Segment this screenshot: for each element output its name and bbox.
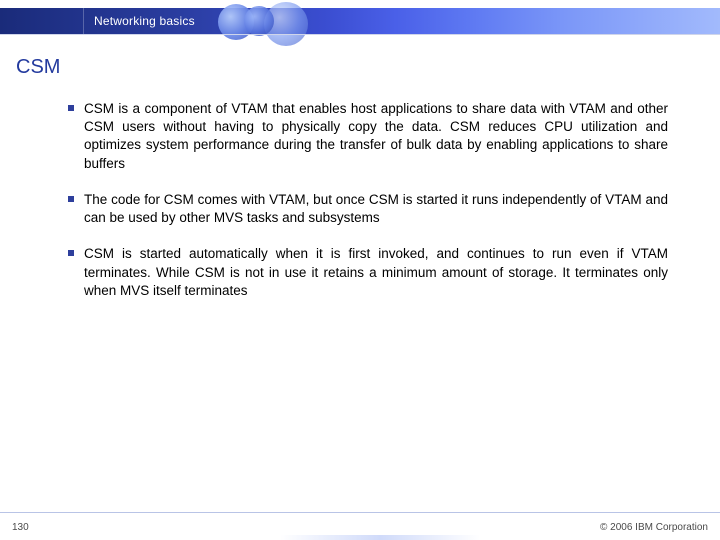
bullet-item: CSM is started automatically when it is … bbox=[68, 245, 668, 300]
breadcrumb: Networking basics bbox=[94, 14, 195, 28]
bullet-item: CSM is a component of VTAM that enables … bbox=[68, 100, 668, 173]
decoration-circle bbox=[244, 6, 274, 36]
footer-line bbox=[0, 512, 720, 513]
footer-gradient bbox=[280, 535, 480, 540]
body-content: CSM is a component of VTAM that enables … bbox=[68, 100, 668, 318]
page-title: CSM bbox=[16, 56, 60, 79]
bullet-text: The code for CSM comes with VTAM, but on… bbox=[84, 192, 668, 225]
footer: 130 © 2006 IBM Corporation bbox=[0, 512, 720, 540]
bullet-item: The code for CSM comes with VTAM, but on… bbox=[68, 191, 668, 227]
header-underline bbox=[0, 34, 720, 35]
bullet-square-icon bbox=[68, 196, 74, 202]
copyright: © 2006 IBM Corporation bbox=[600, 522, 708, 533]
slide: Networking basics CSM CSM is a component… bbox=[0, 0, 720, 540]
bullet-square-icon bbox=[68, 250, 74, 256]
page-number: 130 bbox=[12, 522, 29, 533]
header-logo-block bbox=[0, 8, 84, 34]
bullet-text: CSM is a component of VTAM that enables … bbox=[84, 101, 668, 171]
bullet-text: CSM is started automatically when it is … bbox=[84, 246, 668, 297]
header-bar: Networking basics bbox=[0, 8, 720, 34]
bullet-square-icon bbox=[68, 105, 74, 111]
